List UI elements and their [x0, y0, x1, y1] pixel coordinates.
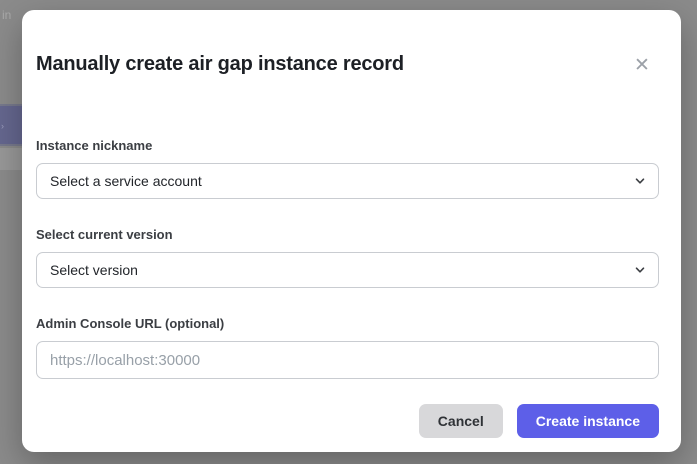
background-light-band — [0, 148, 22, 170]
chevron-right-icon: › — [1, 123, 8, 130]
admin-console-url-input[interactable] — [36, 341, 659, 379]
version-select-wrap: Select version — [36, 252, 659, 288]
background-accent-band: › — [0, 104, 22, 146]
service-account-select-wrap: Select a service account — [36, 163, 659, 199]
cancel-button[interactable]: Cancel — [419, 404, 503, 438]
instance-nickname-label: Instance nickname — [36, 138, 152, 153]
close-icon[interactable]: ✕ — [629, 52, 655, 78]
current-version-label: Select current version — [36, 227, 173, 242]
create-instance-button[interactable]: Create instance — [517, 404, 659, 438]
create-air-gap-instance-modal: Manually create air gap instance record … — [22, 10, 681, 452]
admin-console-url-wrap — [36, 341, 659, 379]
modal-footer-buttons: Cancel Create instance — [419, 404, 659, 438]
service-account-select[interactable]: Select a service account — [36, 163, 659, 199]
version-select[interactable]: Select version — [36, 252, 659, 288]
modal-title: Manually create air gap instance record — [36, 53, 404, 76]
background-partial-text: in — [2, 8, 11, 22]
admin-console-url-label: Admin Console URL (optional) — [36, 316, 224, 331]
